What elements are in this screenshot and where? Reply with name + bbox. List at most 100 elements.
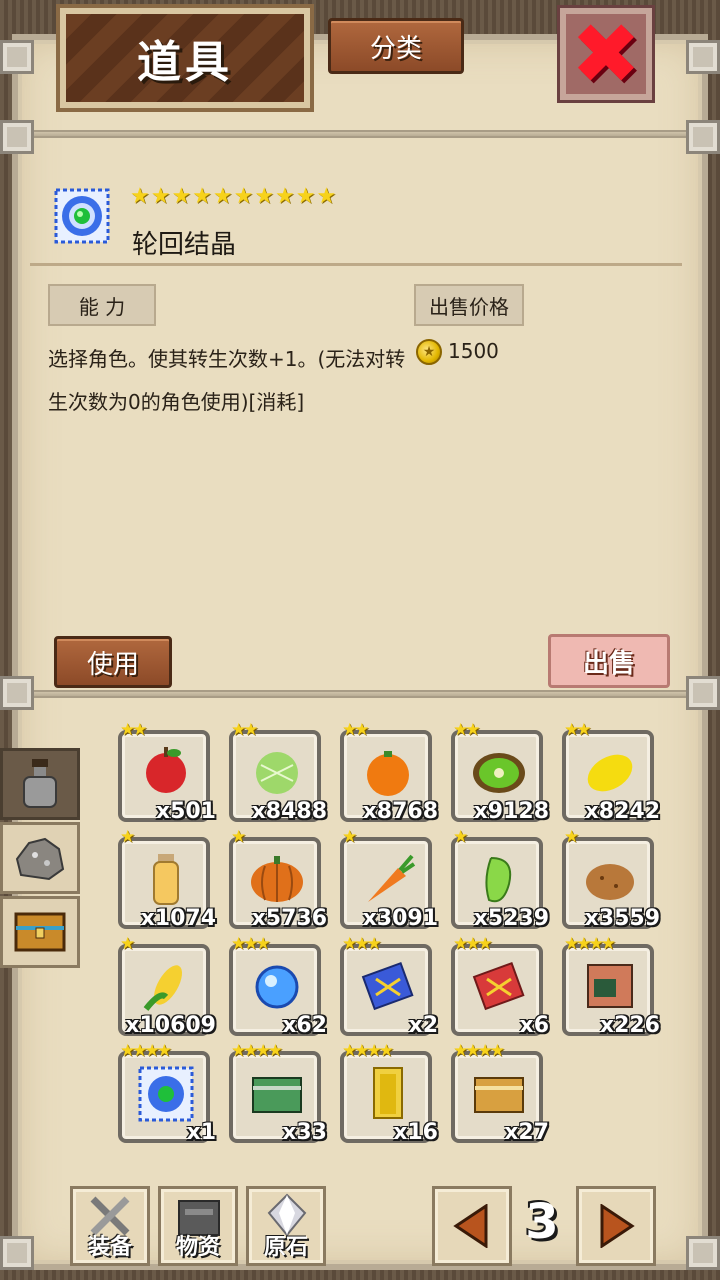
side-tab-chest[interactable] <box>0 896 80 968</box>
inventory-slot[interactable]: ★ x1074 <box>118 827 216 931</box>
apple-icon <box>136 744 196 800</box>
inventory-slot[interactable]: ★★ x8768 <box>340 720 438 824</box>
slot-quantity: x62 <box>282 1013 327 1038</box>
slot-rarity-stars: ★★★★ <box>342 1041 394 1061</box>
next-page-button[interactable] <box>576 1186 656 1266</box>
slot-quantity: x8242 <box>584 799 660 824</box>
inventory-slot[interactable]: ★★★★ x16 <box>340 1041 438 1145</box>
close-button[interactable]: ✖ <box>560 8 652 100</box>
slot-rarity-stars: ★ <box>120 827 135 847</box>
slot-quantity: x5239 <box>473 906 549 931</box>
slot-rarity-stars: ★★★ <box>342 934 382 954</box>
inventory-slot[interactable]: ★★ x9128 <box>451 720 549 824</box>
side-tab-potion[interactable] <box>0 748 80 820</box>
corner-ornament <box>686 676 720 710</box>
panel-divider-top <box>12 130 708 138</box>
slot-rarity-stars: ★ <box>564 827 579 847</box>
nav-materials-button[interactable]: 物资 <box>158 1186 238 1266</box>
panel-divider-mid <box>12 690 708 698</box>
slot-rarity-stars: ★ <box>231 827 246 847</box>
slot-rarity-stars: ★ <box>342 827 357 847</box>
slot-quantity: x27 <box>504 1120 549 1145</box>
lemon-icon <box>580 744 640 800</box>
side-tab-ore[interactable] <box>0 822 80 894</box>
slot-quantity: x10609 <box>125 1013 216 1038</box>
potion-icon <box>23 759 57 808</box>
crystal-icon <box>136 1065 196 1122</box>
carrot-icon <box>358 851 418 907</box>
slot-rarity-stars: ★★★★ <box>453 1041 505 1061</box>
slot-rarity-stars: ★★ <box>120 720 148 740</box>
gold-chest-icon <box>469 1065 529 1121</box>
slot-quantity: x3091 <box>362 906 438 931</box>
inventory-slot[interactable]: ★ x5736 <box>229 827 327 931</box>
slot-quantity: x226 <box>599 1013 660 1038</box>
sell-price: 1500 <box>448 339 499 363</box>
pepper-icon <box>469 851 529 907</box>
sell-price-label: 出售价格 <box>414 284 524 326</box>
pumpkin-icon <box>247 851 307 907</box>
slot-rarity-stars: ★★ <box>231 720 259 740</box>
inventory-slot[interactable]: ★★★★ x27 <box>451 1041 549 1145</box>
corner-ornament <box>686 40 720 74</box>
inventory-slot[interactable]: ★★ x8488 <box>229 720 327 824</box>
gold-door-icon <box>358 1065 418 1121</box>
inventory-slot[interactable]: ★★★★ x1 <box>118 1041 216 1145</box>
use-button[interactable]: 使用 <box>54 636 172 688</box>
orb-icon <box>247 958 307 1014</box>
crystal-icon <box>52 186 112 246</box>
corner-ornament <box>0 1236 34 1270</box>
corner-ornament <box>0 676 34 710</box>
inventory-slot[interactable]: ★ x10609 <box>118 934 216 1038</box>
inventory-slot[interactable]: ★★ x501 <box>118 720 216 824</box>
slot-rarity-stars: ★ <box>120 934 135 954</box>
corn-icon <box>136 958 196 1014</box>
slot-rarity-stars: ★★★★ <box>231 1041 283 1061</box>
inventory-slot[interactable]: ★ x5239 <box>451 827 549 931</box>
corner-ornament <box>686 120 720 154</box>
inventory-slot[interactable]: ★★ x8242 <box>562 720 660 824</box>
previous-page-button[interactable] <box>432 1186 512 1266</box>
slot-rarity-stars: ★★★★ <box>120 1041 172 1061</box>
close-icon: ✖ <box>570 5 642 103</box>
inventory-slot[interactable]: ★★★ x2 <box>340 934 438 1038</box>
corner-ornament <box>0 40 34 74</box>
inventory-slot[interactable]: ★ x3091 <box>340 827 438 931</box>
nav-equipment-label: 装备 <box>87 1235 132 1260</box>
inventory-slot[interactable]: ★★★★ x226 <box>562 934 660 1038</box>
nav-equipment-button[interactable]: 装备 <box>70 1186 150 1266</box>
chest-icon <box>14 912 66 952</box>
slot-quantity: x5736 <box>251 906 327 931</box>
title-board: 道具 <box>60 8 310 108</box>
sell-button[interactable]: 出售 <box>548 634 670 688</box>
slot-quantity: x33 <box>282 1120 327 1145</box>
juice-bottle-icon <box>136 851 196 907</box>
slot-quantity: x16 <box>393 1120 438 1145</box>
slot-rarity-stars: ★★ <box>564 720 592 740</box>
inventory-slot[interactable]: ★★★ x62 <box>229 934 327 1038</box>
ability-label: 能 力 <box>48 284 156 326</box>
slot-quantity: x1 <box>186 1120 217 1145</box>
slot-rarity-stars: ★★★ <box>231 934 271 954</box>
slot-quantity: x8488 <box>251 799 327 824</box>
slot-quantity: x9128 <box>473 799 549 824</box>
slot-rarity-stars: ★★ <box>453 720 481 740</box>
orange-icon <box>358 744 418 800</box>
nav-ore-label: 原石 <box>263 1235 308 1260</box>
nav-ore-button[interactable]: 原石 <box>246 1186 326 1266</box>
slot-quantity: x3559 <box>584 906 660 931</box>
item-description: 选择角色。使其转生次数+1。(无法对转生次数为0的角色使用)[消耗] <box>48 347 406 414</box>
slot-quantity: x2 <box>408 1013 439 1038</box>
inventory-slot[interactable]: ★★★ x6 <box>451 934 549 1038</box>
inventory-slot[interactable]: ★★★★ x33 <box>229 1041 327 1145</box>
item-name: 轮回结晶 <box>132 230 237 260</box>
ore-icon <box>15 837 65 881</box>
slot-quantity: x1074 <box>140 906 216 931</box>
kiwi-icon <box>469 744 529 800</box>
category-button[interactable]: 分类 <box>328 18 464 74</box>
potato-icon <box>580 851 640 907</box>
slot-quantity: x8768 <box>362 799 438 824</box>
slot-rarity-stars: ★★★ <box>453 934 493 954</box>
inventory-slot[interactable]: ★ x3559 <box>562 827 660 931</box>
coin-icon: ★ <box>416 339 442 365</box>
